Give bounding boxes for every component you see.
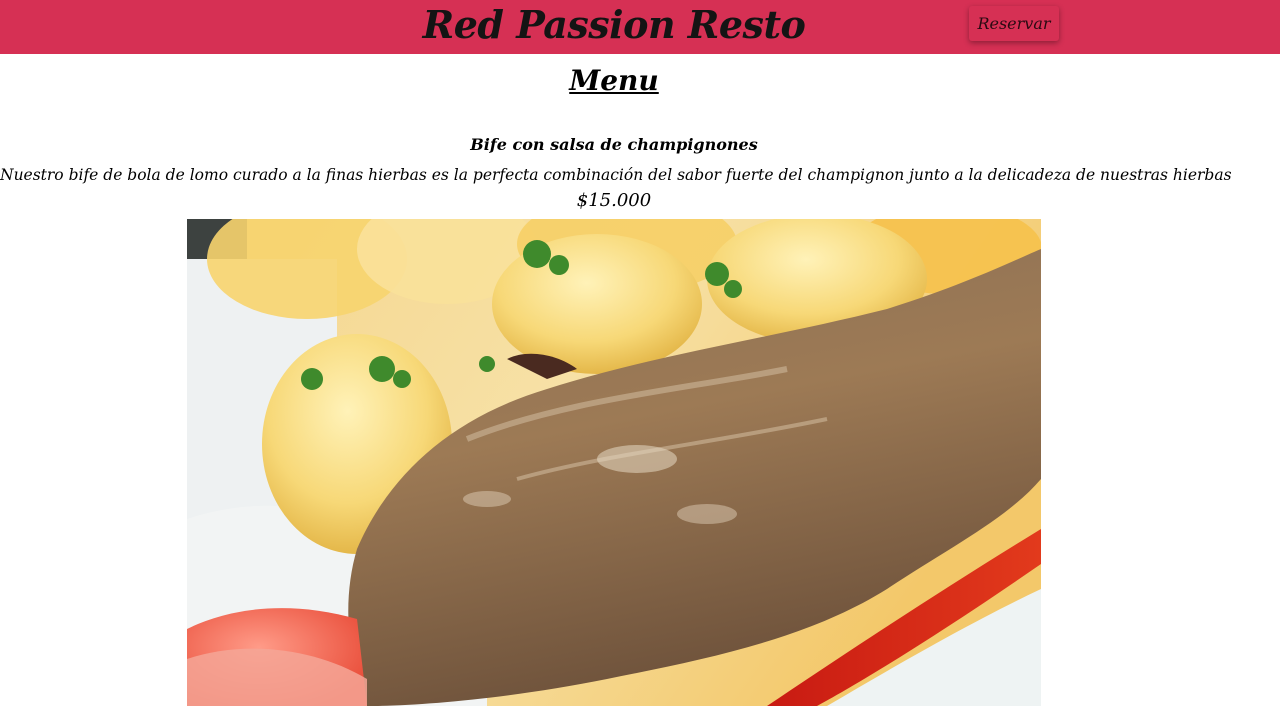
reserve-button[interactable]: Reservar bbox=[969, 6, 1059, 41]
dish-description: Nuestro bife de bola de lomo curado a la… bbox=[0, 166, 1232, 184]
dish-name: Bife con salsa de champignones bbox=[470, 135, 758, 154]
dish-price: $15.000 bbox=[576, 190, 652, 211]
dish-photo bbox=[187, 219, 1041, 706]
top-navbar: Red Passion Resto Reservar bbox=[0, 0, 1280, 54]
menu-title: Menu bbox=[569, 64, 659, 97]
